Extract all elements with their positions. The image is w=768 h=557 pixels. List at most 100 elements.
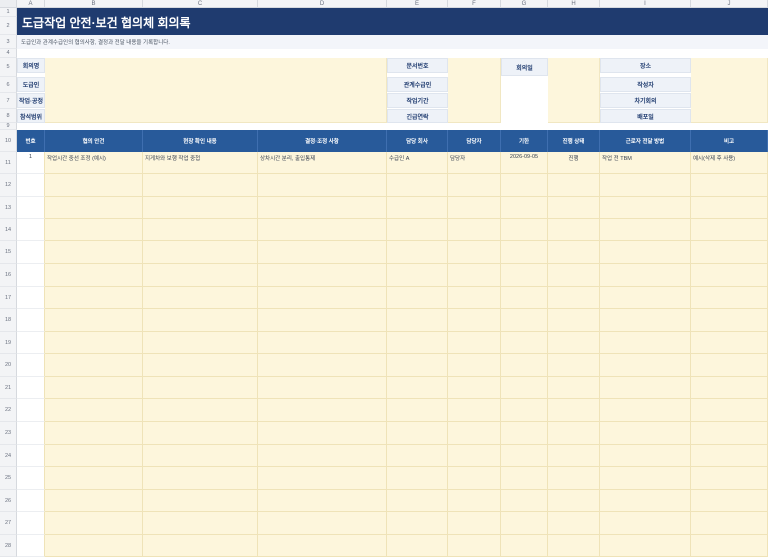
empty-table-cell[interactable] <box>45 467 143 490</box>
empty-table-cell[interactable] <box>548 445 600 467</box>
empty-table-cell[interactable] <box>143 535 258 557</box>
empty-table-cell[interactable] <box>600 467 691 490</box>
row-header-19[interactable]: 19 <box>0 332 17 354</box>
empty-table-cell[interactable] <box>691 399 768 422</box>
empty-table-cell[interactable] <box>548 219 600 241</box>
table-cell[interactable]: 2026-09-05 <box>501 152 548 174</box>
table-header-cell[interactable]: 근로자 전달 방법 <box>600 130 691 152</box>
empty-table-cell[interactable] <box>387 287 448 309</box>
empty-table-cell[interactable] <box>17 399 45 422</box>
empty-table-cell[interactable] <box>143 354 258 377</box>
empty-table-cell[interactable] <box>258 241 387 264</box>
empty-table-cell[interactable] <box>143 445 258 467</box>
empty-table-cell[interactable] <box>691 264 768 287</box>
empty-table-cell[interactable] <box>258 287 387 309</box>
empty-table-cell[interactable] <box>600 445 691 467</box>
empty-table-cell[interactable] <box>548 309 600 332</box>
empty-table-cell[interactable] <box>258 354 387 377</box>
table-cell[interactable]: 작업시간 중선 조정 (예시) <box>45 152 143 174</box>
row-header-2[interactable]: 2 <box>0 17 17 35</box>
empty-table-cell[interactable] <box>387 309 448 332</box>
empty-table-cell[interactable] <box>548 241 600 264</box>
empty-table-cell[interactable] <box>548 332 600 354</box>
empty-table-cell[interactable] <box>501 174 548 197</box>
empty-table-cell[interactable] <box>448 287 501 309</box>
empty-table-cell[interactable] <box>448 309 501 332</box>
column-header-g[interactable]: G <box>501 0 548 8</box>
empty-table-cell[interactable] <box>17 377 45 399</box>
empty-table-cell[interactable] <box>17 535 45 557</box>
empty-table-cell[interactable] <box>143 422 258 445</box>
empty-table-cell[interactable] <box>17 241 45 264</box>
column-header-c[interactable]: C <box>143 0 258 8</box>
empty-table-cell[interactable] <box>448 174 501 197</box>
empty-table-cell[interactable] <box>600 512 691 535</box>
column-header-d[interactable]: D <box>258 0 387 8</box>
empty-table-cell[interactable] <box>448 377 501 399</box>
empty-table-cell[interactable] <box>600 332 691 354</box>
empty-table-cell[interactable] <box>387 467 448 490</box>
table-header-cell[interactable]: 담당자 <box>448 130 501 152</box>
empty-table-cell[interactable] <box>143 399 258 422</box>
empty-table-cell[interactable] <box>691 512 768 535</box>
row-header-16[interactable]: 16 <box>0 264 17 287</box>
empty-table-cell[interactable] <box>387 445 448 467</box>
empty-table-cell[interactable] <box>387 512 448 535</box>
empty-table-cell[interactable] <box>691 422 768 445</box>
empty-table-cell[interactable] <box>45 512 143 535</box>
empty-table-cell[interactable] <box>45 332 143 354</box>
empty-table-cell[interactable] <box>501 512 548 535</box>
empty-table-cell[interactable] <box>691 377 768 399</box>
row-header-12[interactable]: 12 <box>0 174 17 197</box>
empty-table-cell[interactable] <box>45 264 143 287</box>
empty-table-cell[interactable] <box>501 197 548 219</box>
empty-table-cell[interactable] <box>17 174 45 197</box>
empty-table-cell[interactable] <box>17 445 45 467</box>
table-header-cell[interactable]: 협의 안건 <box>45 130 143 152</box>
empty-table-cell[interactable] <box>45 219 143 241</box>
empty-table-cell[interactable] <box>548 422 600 445</box>
row-header-7[interactable]: 7 <box>0 93 17 109</box>
row-header-4[interactable]: 4 <box>0 49 17 58</box>
empty-table-cell[interactable] <box>448 264 501 287</box>
empty-table-cell[interactable] <box>548 174 600 197</box>
empty-table-cell[interactable] <box>143 219 258 241</box>
empty-table-cell[interactable] <box>387 377 448 399</box>
column-header-e[interactable]: E <box>387 0 448 8</box>
empty-table-cell[interactable] <box>600 219 691 241</box>
empty-table-cell[interactable] <box>387 332 448 354</box>
empty-table-cell[interactable] <box>691 535 768 557</box>
empty-table-cell[interactable] <box>45 422 143 445</box>
empty-table-cell[interactable] <box>691 354 768 377</box>
date-input-area[interactable] <box>548 58 600 123</box>
empty-table-cell[interactable] <box>501 445 548 467</box>
row-header-17[interactable]: 17 <box>0 287 17 309</box>
empty-table-cell[interactable] <box>258 512 387 535</box>
empty-table-cell[interactable] <box>17 422 45 445</box>
empty-table-cell[interactable] <box>600 422 691 445</box>
empty-table-cell[interactable] <box>548 377 600 399</box>
empty-table-cell[interactable] <box>258 467 387 490</box>
empty-table-cell[interactable] <box>258 264 387 287</box>
empty-table-cell[interactable] <box>258 197 387 219</box>
empty-table-cell[interactable] <box>448 512 501 535</box>
empty-table-cell[interactable] <box>143 264 258 287</box>
empty-table-cell[interactable] <box>45 354 143 377</box>
table-header-cell[interactable]: 진행 상태 <box>548 130 600 152</box>
empty-table-cell[interactable] <box>143 512 258 535</box>
empty-table-cell[interactable] <box>691 332 768 354</box>
empty-table-cell[interactable] <box>448 422 501 445</box>
empty-table-cell[interactable] <box>258 309 387 332</box>
table-header-cell[interactable]: 현장 확인 내용 <box>143 130 258 152</box>
empty-table-cell[interactable] <box>387 219 448 241</box>
empty-table-cell[interactable] <box>691 490 768 512</box>
empty-table-cell[interactable] <box>600 264 691 287</box>
table-cell[interactable]: 1 <box>17 152 45 174</box>
empty-table-cell[interactable] <box>548 264 600 287</box>
empty-table-cell[interactable] <box>691 309 768 332</box>
row-header-15[interactable]: 15 <box>0 241 17 264</box>
row-header-27[interactable]: 27 <box>0 512 17 535</box>
row-header-11[interactable]: 11 <box>0 152 17 174</box>
row-header-23[interactable]: 23 <box>0 422 17 445</box>
empty-table-cell[interactable] <box>143 309 258 332</box>
